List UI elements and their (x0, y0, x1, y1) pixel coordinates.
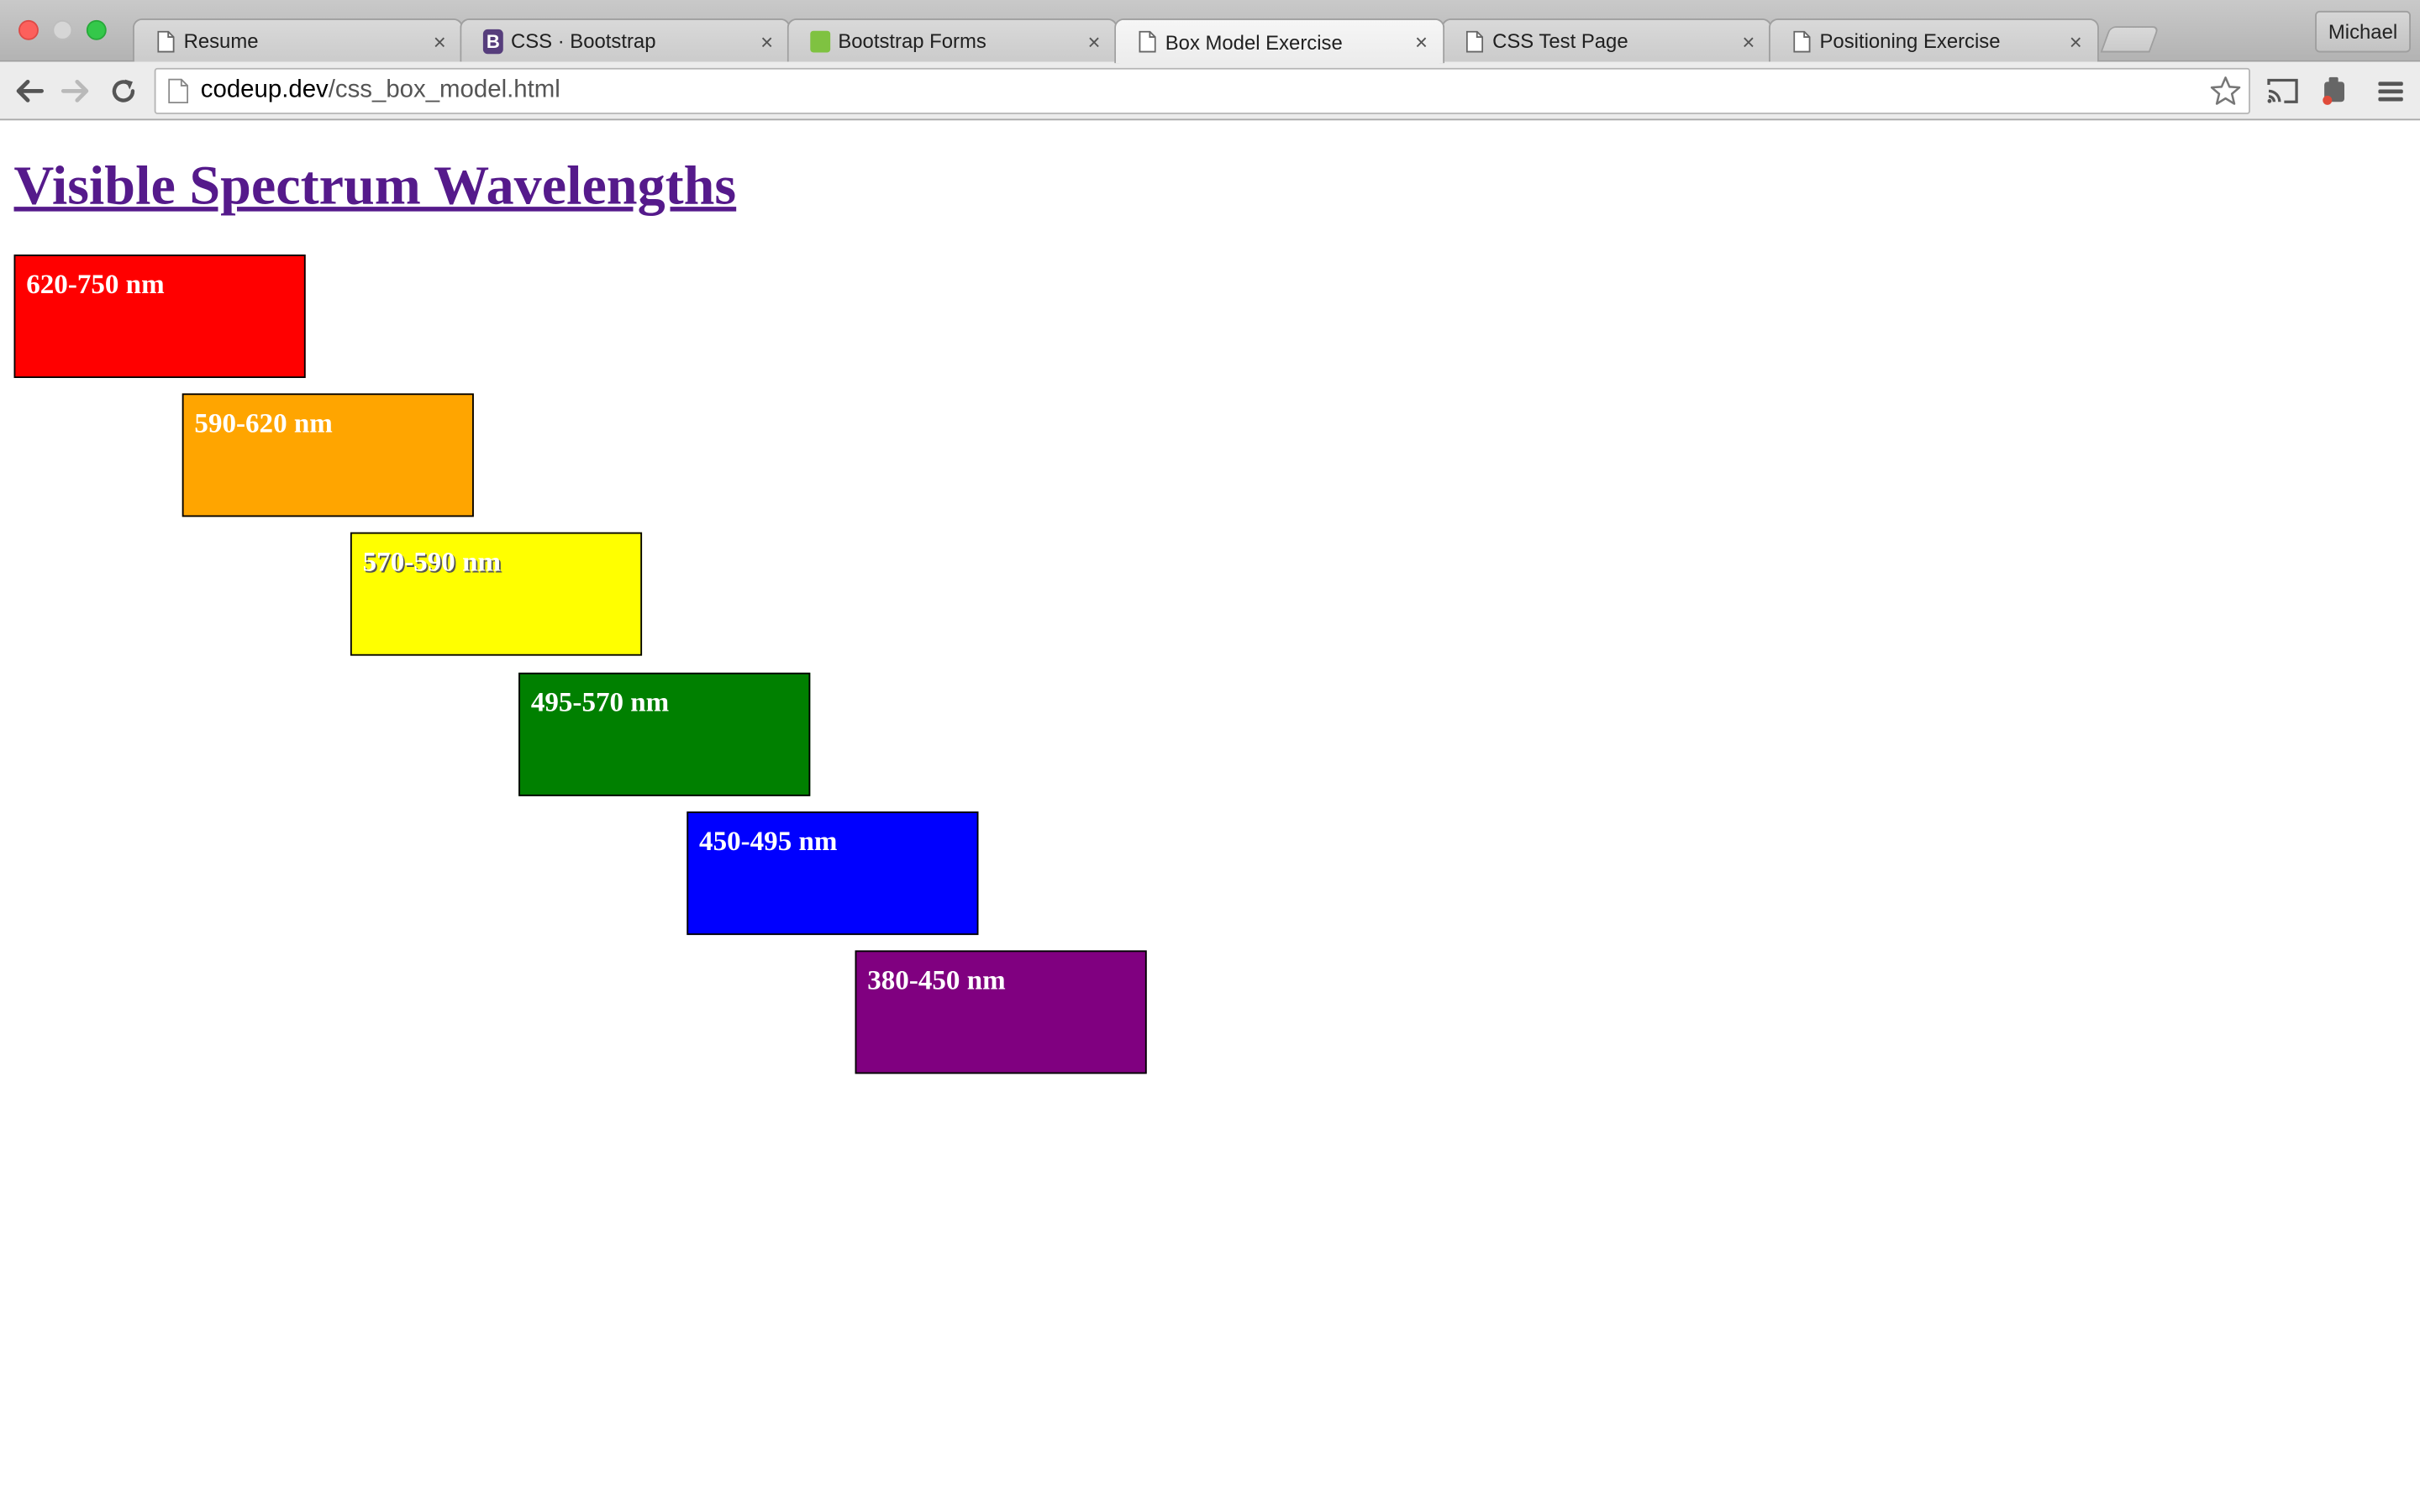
back-button[interactable] (11, 72, 48, 109)
profile-name: Michael (2328, 19, 2398, 44)
page-icon (1138, 30, 1158, 54)
puzzle-icon (2323, 76, 2344, 105)
cast-icon (2267, 78, 2298, 103)
tab-positioning-exercise[interactable]: Positioning Exercise × (1768, 18, 2099, 62)
page-title[interactable]: Visible Spectrum Wavelengths (14, 153, 737, 218)
page-content: Visible Spectrum Wavelengths 620-750 nm … (0, 122, 2420, 1512)
window-minimize-button[interactable] (52, 19, 73, 40)
wavelength-label: 570-590 nm (362, 546, 502, 577)
tab-title: Bootstrap Forms (838, 29, 986, 53)
bootstrap-icon: B (482, 28, 503, 54)
wavelength-label: 380-450 nm (867, 963, 1006, 995)
tab-close-icon[interactable]: × (760, 29, 773, 53)
wavelength-label: 495-570 nm (530, 686, 670, 718)
reload-icon (112, 79, 135, 102)
tab-box-model-exercise[interactable]: Box Model Exercise × (1114, 18, 1445, 64)
tab-title: Box Model Exercise (1165, 29, 1343, 54)
page-icon (168, 78, 189, 104)
page-icon (1791, 29, 1812, 53)
cast-button[interactable] (2264, 72, 2301, 109)
url-path: /css_box_model.html (328, 76, 560, 104)
spectrum-box-yellow: 570-590 nm (350, 532, 643, 656)
spectrum-box-orange: 590-620 nm (182, 393, 474, 517)
bootstrap-letter: B (482, 28, 503, 54)
tab-close-icon[interactable]: × (434, 29, 446, 53)
tab-close-icon[interactable]: × (1415, 29, 1428, 54)
hamburger-menu-icon (2378, 81, 2403, 102)
menu-button[interactable] (2372, 72, 2409, 109)
extension-button[interactable] (2317, 72, 2354, 109)
spectrum-box-red: 620-750 nm (13, 255, 306, 378)
wavelength-label: 620-750 nm (26, 268, 165, 300)
tab-close-icon[interactable]: × (1088, 29, 1101, 53)
spectrum-box-green: 495-570 nm (518, 672, 811, 796)
wavelength-label: 590-620 nm (194, 407, 333, 438)
tab-resume[interactable]: Resume × (132, 18, 464, 62)
page-icon (1465, 29, 1485, 53)
address-bar[interactable]: codeup.dev/css_box_model.html (154, 67, 2250, 114)
forward-button[interactable] (57, 72, 94, 109)
url-host: codeup.dev (200, 76, 329, 104)
bookmark-star-icon[interactable] (2208, 74, 2242, 108)
tab-close-icon[interactable]: × (2070, 29, 2082, 53)
tab-css-test-page[interactable]: CSS Test Page × (1441, 18, 1772, 62)
tab-title: Positioning Exercise (1819, 29, 2001, 53)
new-tab-button[interactable] (2100, 26, 2160, 53)
tab-bootstrap-forms[interactable]: Bootstrap Forms × (786, 18, 1118, 62)
browser-toolbar: codeup.dev/css_box_model.html (0, 61, 2420, 121)
tab-title: CSS · Bootstrap (510, 29, 656, 53)
window-maximize-button[interactable] (86, 19, 107, 40)
tab-css-bootstrap[interactable]: B CSS · Bootstrap × (460, 18, 791, 62)
profile-button[interactable]: Michael (2315, 10, 2411, 53)
bootstrap-forms-icon (810, 29, 831, 53)
tab-strip: Resume × B CSS · Bootstrap × Bootstrap F… (0, 0, 2420, 64)
arrow-right-icon (60, 79, 89, 102)
tab-close-icon[interactable]: × (1742, 29, 1754, 53)
spectrum-box-blue: 450-495 nm (687, 811, 979, 936)
page-icon (156, 29, 176, 53)
reload-button[interactable] (105, 72, 142, 109)
url-text: codeup.dev/css_box_model.html (201, 77, 560, 105)
spectrum-box-purple: 380-450 nm (855, 950, 1147, 1074)
tab-title: Resume (183, 29, 259, 53)
browser-window: Resume × B CSS · Bootstrap × Bootstrap F… (0, 0, 2420, 1512)
window-close-button[interactable] (18, 19, 39, 40)
arrow-left-icon (16, 79, 44, 102)
wavelength-label: 450-495 nm (699, 825, 838, 857)
tab-title: CSS Test Page (1492, 29, 1628, 53)
